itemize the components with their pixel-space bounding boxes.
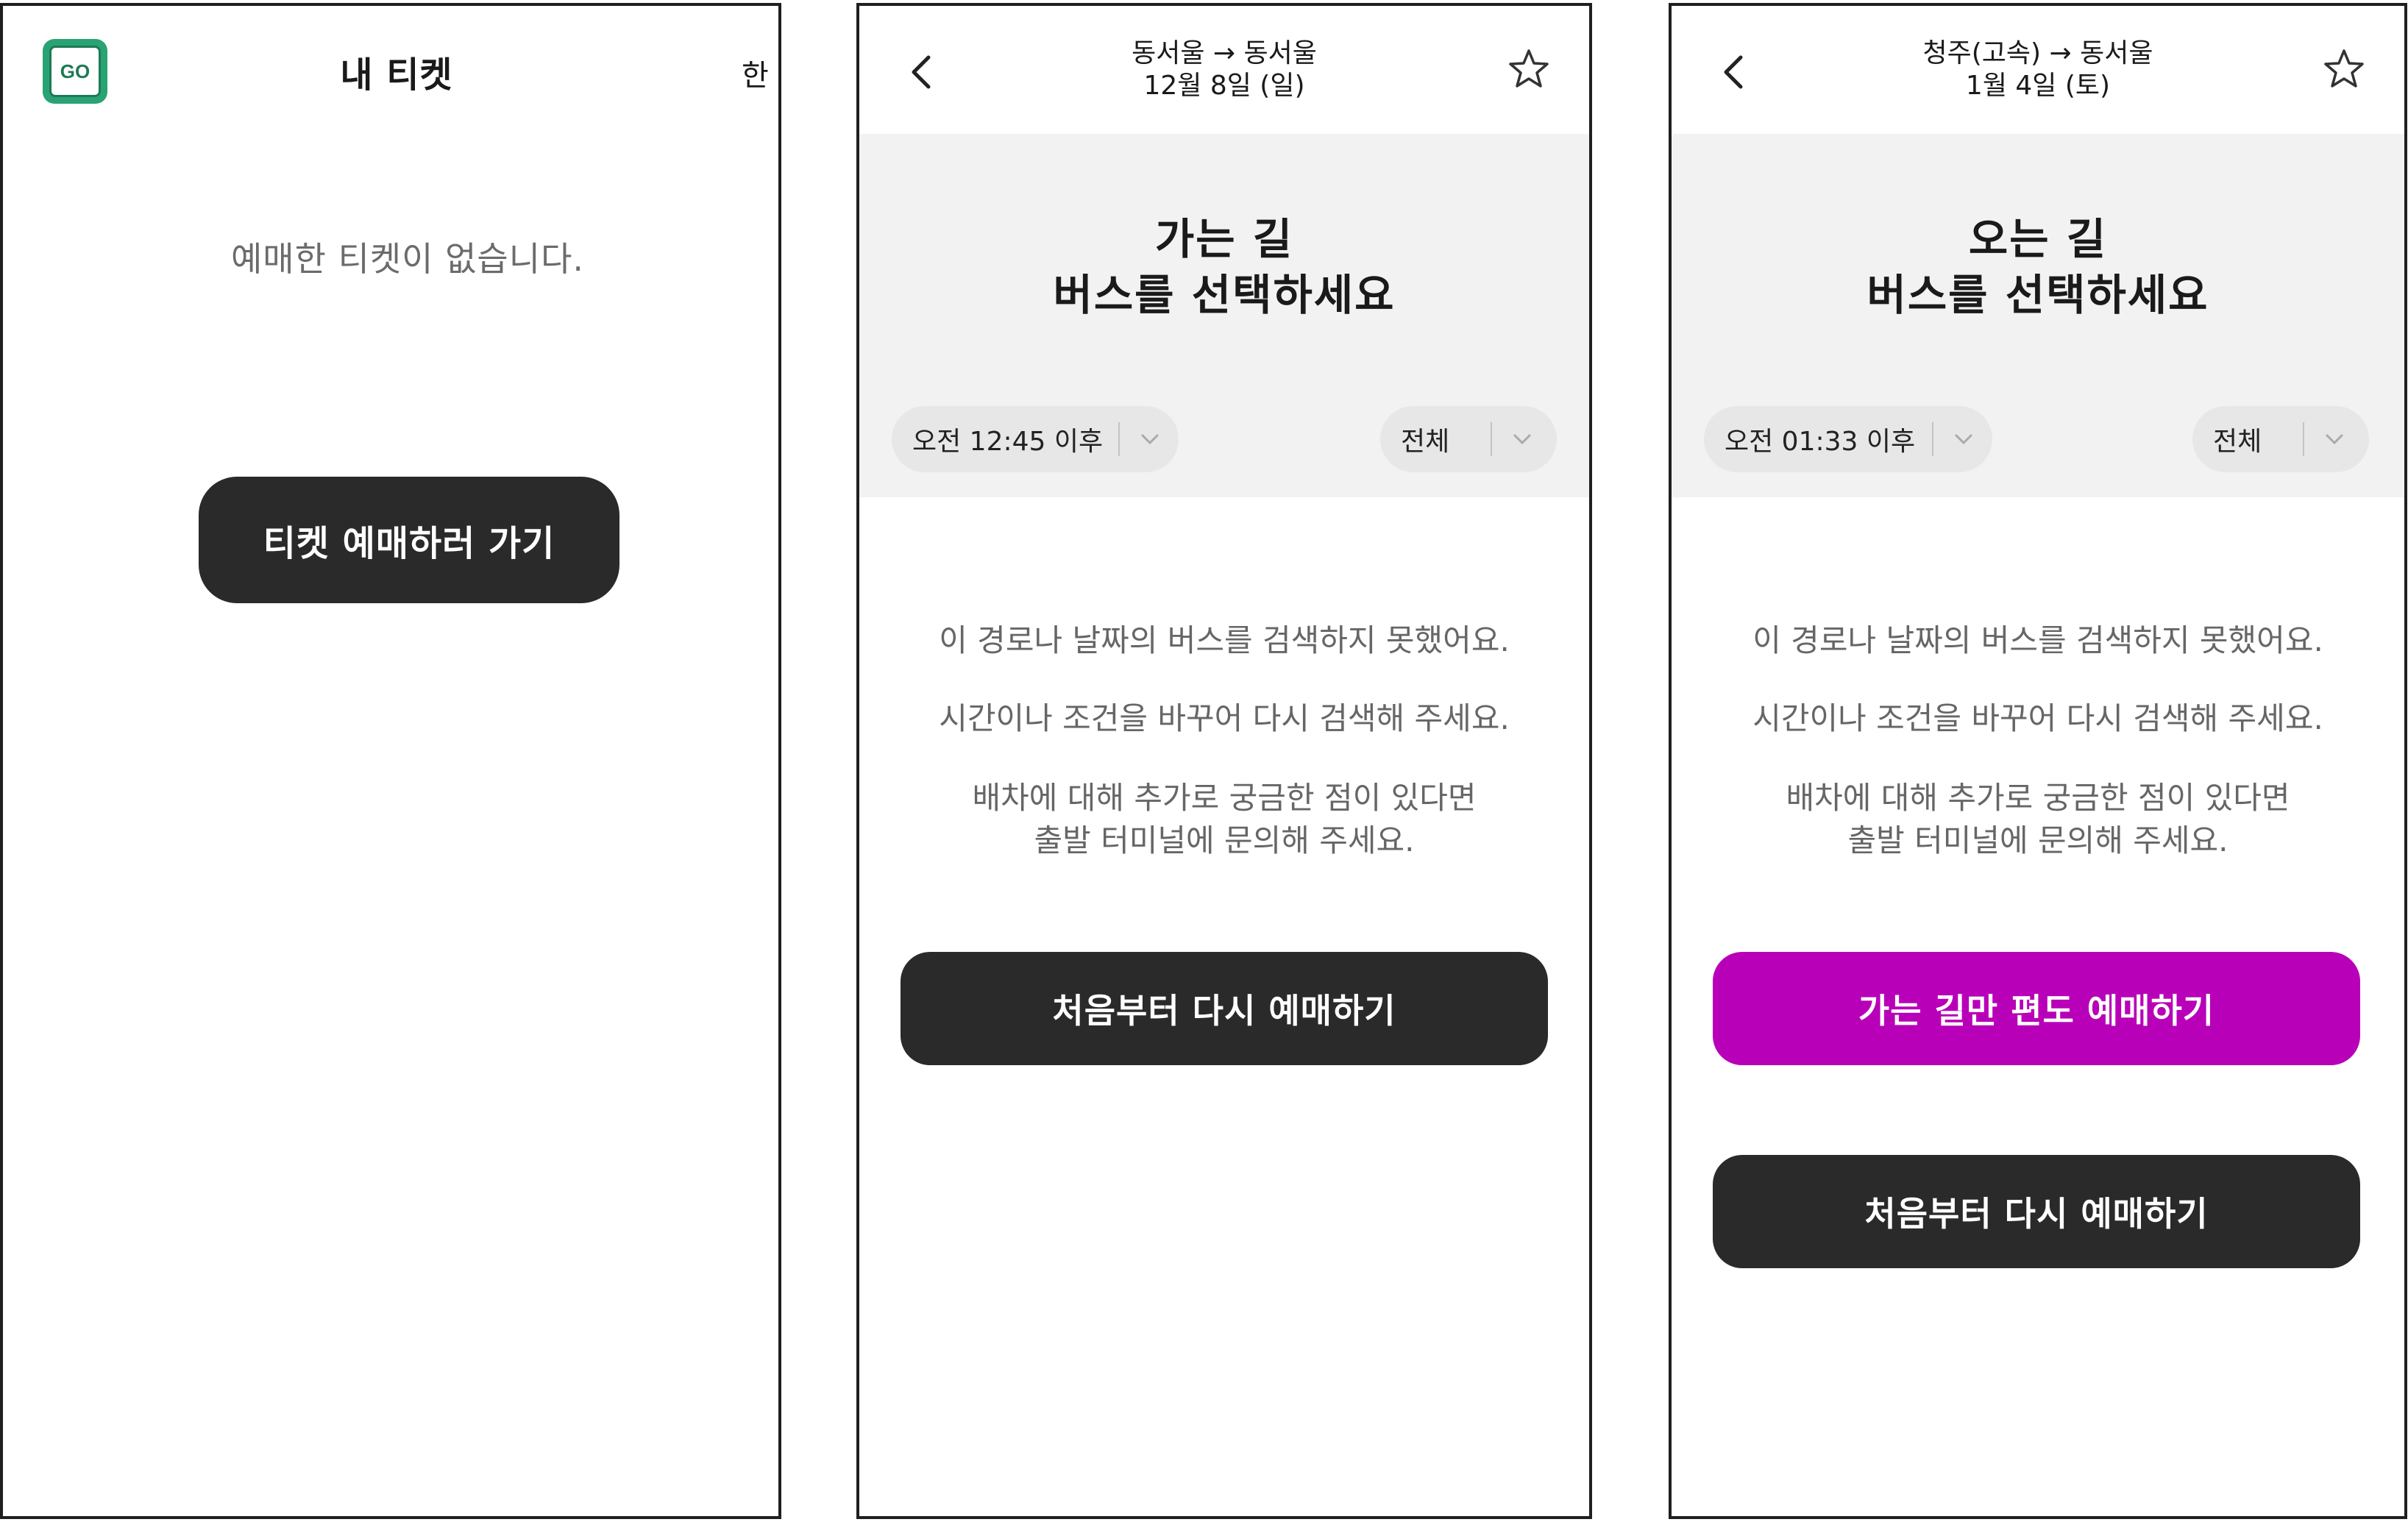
restart-booking-button[interactable]: 처음부터 다시 예매하기	[901, 952, 1548, 1065]
time-filter-dropdown[interactable]: 오전 01:33 이후	[1704, 406, 1992, 472]
chevron-down-icon	[1513, 434, 1531, 445]
divider	[1118, 422, 1120, 456]
class-filter-label: 전체	[1401, 427, 1450, 457]
panel-title-line1: 가는 길	[1154, 214, 1294, 264]
divider	[1932, 422, 1933, 456]
no-result-message: 이 경로나 날짜의 버스를 검색하지 못했어요.	[939, 622, 1510, 658]
terminal-contact-message-line2: 출발 터미널에 문의해 주세요.	[1847, 822, 2228, 858]
chevron-down-icon	[1141, 434, 1159, 445]
restart-booking-button[interactable]: 처음부터 다시 예매하기	[1713, 1155, 2360, 1268]
retry-hint-message: 시간이나 조건을 바꾸어 다시 검색해 주세요.	[939, 700, 1510, 736]
no-result-message: 이 경로나 날짜의 버스를 검색하지 못했어요.	[1752, 622, 2323, 658]
route-label: 동서울 → 동서울	[1132, 38, 1317, 68]
language-toggle[interactable]: 한	[742, 51, 769, 94]
panel-title-line2: 버스를 선택하세요	[1053, 270, 1396, 320]
star-icon[interactable]	[2322, 47, 2366, 91]
outbound-bus-select-screen: 동서울 → 동서울 12월 8일 (일) 가는 길 버스를 선택하세요 오전 1…	[856, 3, 1592, 1519]
chevron-down-icon	[2326, 434, 2343, 445]
star-icon[interactable]	[1507, 47, 1551, 91]
time-filter-label: 오전 01:33 이후	[1725, 427, 1916, 457]
date-label: 12월 8일 (일)	[1143, 71, 1305, 101]
selection-panel: 가는 길 버스를 선택하세요 오전 12:45 이후 전체	[859, 134, 1589, 497]
retry-hint-message: 시간이나 조건을 바꾸어 다시 검색해 주세요.	[1752, 700, 2323, 736]
panel-title-line1: 오는 길	[1968, 214, 2108, 264]
date-label: 1월 4일 (토)	[1965, 71, 2111, 101]
page-title: 내 티켓	[340, 54, 453, 96]
time-filter-label: 오전 12:45 이후	[912, 427, 1104, 457]
go-book-ticket-button[interactable]: 티켓 예매하러 가기	[199, 477, 619, 603]
panel-title-line2: 버스를 선택하세요	[1867, 270, 2209, 320]
divider	[1491, 422, 1492, 456]
empty-ticket-message: 예매한 티켓이 없습니다.	[230, 239, 585, 279]
time-filter-dropdown[interactable]: 오전 12:45 이후	[892, 406, 1179, 472]
return-bus-select-screen: 청주(고속) → 동서울 1월 4일 (토) 오는 길 버스를 선택하세요 오전…	[1669, 3, 2407, 1519]
terminal-contact-message-line2: 출발 터미널에 문의해 주세요.	[1034, 822, 1415, 858]
my-tickets-screen: GO 내 티켓 한 예매한 티켓이 없습니다. 티켓 예매하러 가기	[0, 3, 781, 1519]
class-filter-dropdown[interactable]: 전체	[2192, 406, 2369, 472]
selection-panel: 오는 길 버스를 선택하세요 오전 01:33 이후 전체	[1672, 134, 2404, 497]
class-filter-dropdown[interactable]: 전체	[1380, 406, 1557, 472]
divider	[2303, 422, 2304, 456]
chevron-down-icon	[1955, 434, 1972, 445]
oneway-booking-button[interactable]: 가는 길만 편도 예매하기	[1713, 952, 2360, 1065]
terminal-contact-message-line1: 배차에 대해 추가로 궁금한 점이 있다면	[1786, 780, 2290, 816]
route-label: 청주(고속) → 동서울	[1922, 38, 2153, 68]
terminal-contact-message-line1: 배차에 대해 추가로 궁금한 점이 있다면	[972, 780, 1477, 816]
class-filter-label: 전체	[2213, 427, 2262, 457]
